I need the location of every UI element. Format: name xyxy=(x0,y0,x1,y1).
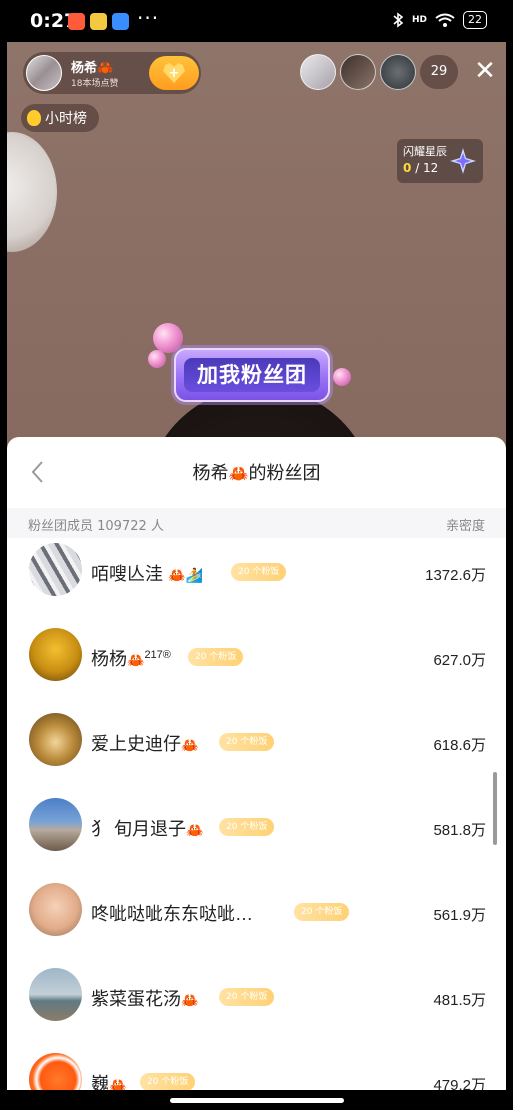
host-likes: 18本场点赞 xyxy=(71,79,119,89)
sheet-title: 杨希🦀的粉丝团 xyxy=(192,463,321,483)
crab-icon: 🦀 xyxy=(127,652,145,668)
star-task-widget[interactable]: 闪耀星辰 0 / 12 xyxy=(397,139,483,183)
avatar[interactable] xyxy=(29,883,82,936)
join-fan-club-text: 加我粉丝团 xyxy=(184,358,320,392)
host-name: 杨希🦀 xyxy=(71,61,114,76)
level-badge: 20 个粉饭 xyxy=(219,988,275,1006)
fan-name: 巍🦀 xyxy=(91,1070,126,1090)
fan-name: 爱上史迪仔🦀 xyxy=(91,734,199,754)
network-label: HD xyxy=(411,15,427,25)
list-item[interactable]: 犭 旬月退子🦀 20 个粉饭 581.8万 xyxy=(7,793,506,878)
list-item[interactable]: 杨杨🦀217® 20 个粉饭 627.0万 xyxy=(7,623,506,708)
intimacy-score: 479.2万 xyxy=(433,1077,486,1090)
level-badge: 20 个粉饭 xyxy=(188,648,244,666)
bluetooth-icon xyxy=(393,12,404,28)
fan-name: 犭 旬月退子🦀 xyxy=(91,819,204,839)
intimacy-score: 581.8万 xyxy=(433,822,486,839)
intimacy-score: 561.9万 xyxy=(433,907,486,924)
more-notifications-icon: ··· xyxy=(137,6,160,30)
level-badge: 20 个粉饭 xyxy=(294,903,350,921)
hourly-rank-button[interactable]: 小时榜 xyxy=(21,104,99,132)
sparkle-star-icon xyxy=(450,148,476,174)
viewer-count[interactable]: 29 xyxy=(420,55,458,89)
heart-plus-icon: + xyxy=(163,63,185,83)
host-avatar[interactable] xyxy=(26,55,62,91)
crab-icon: 🦀 xyxy=(228,466,249,483)
crab-icon: 🦀 xyxy=(181,737,199,753)
video-app-icon xyxy=(68,13,85,30)
intimacy-score: 618.6万 xyxy=(433,737,486,754)
list-item[interactable]: 爱上史迪仔🦀 20 个粉饭 618.6万 xyxy=(7,708,506,793)
battery-icon: 22 xyxy=(463,11,487,29)
list-item[interactable]: 紫菜蛋花汤🦀 20 个粉饭 481.5万 xyxy=(7,963,506,1048)
list-item[interactable]: 咟嗖亾洼 🦀🏄 20 个粉饭 1372.6万 xyxy=(7,538,506,623)
intimacy-score: 627.0万 xyxy=(433,652,486,669)
close-icon[interactable]: ✕ xyxy=(470,56,500,86)
avatar[interactable] xyxy=(29,543,82,596)
wifi-icon xyxy=(435,13,455,27)
level-badge: 20 个粉饭 xyxy=(231,563,287,581)
crab-icon: 🦀🏄 xyxy=(168,567,203,583)
avatar[interactable] xyxy=(29,798,82,851)
level-badge: 20 个粉饭 xyxy=(219,733,275,751)
bot-app-icon xyxy=(112,13,129,30)
level-badge: 20 个粉饭 xyxy=(219,818,275,836)
level-badge: 20 个粉饭 xyxy=(140,1073,196,1090)
rank-icon xyxy=(27,110,41,126)
avatar[interactable] xyxy=(29,628,82,681)
list-item[interactable]: 巍🦀 20 个粉饭 479.2万 xyxy=(7,1048,506,1090)
viewer-avatar[interactable] xyxy=(300,54,336,90)
crab-icon: 🦀 xyxy=(181,992,199,1008)
crab-icon: 🦀 xyxy=(109,1077,127,1090)
viewer-avatar[interactable] xyxy=(380,54,416,90)
status-bar: 0:27 ··· HD 22 xyxy=(0,0,513,42)
disco-ball-icon xyxy=(333,368,351,386)
disco-ball-icon xyxy=(153,323,183,353)
follow-button[interactable]: + xyxy=(149,56,199,90)
list-item[interactable]: 咚呲哒呲东东哒呲… 20 个粉饭 561.9万 xyxy=(7,878,506,963)
fan-name: 紫菜蛋花汤🦀 xyxy=(91,989,199,1009)
viewer-avatar[interactable] xyxy=(340,54,376,90)
join-fan-club-banner[interactable]: 加我粉丝团 xyxy=(174,348,330,402)
cat-app-icon xyxy=(90,13,107,30)
intimacy-label: 亲密度 xyxy=(445,519,485,534)
rank-label: 小时榜 xyxy=(45,111,87,127)
fan-club-sheet: 杨希🦀的粉丝团 粉丝团成员 109722 人 亲密度 咟嗖亾洼 🦀🏄 20 个粉… xyxy=(7,437,506,1090)
star-title: 闪耀星辰 xyxy=(403,145,447,158)
avatar[interactable] xyxy=(29,713,82,766)
avatar[interactable] xyxy=(29,968,82,1021)
fan-name: 咟嗖亾洼 🦀🏄 xyxy=(91,564,203,584)
disco-ball-icon xyxy=(148,350,166,368)
fan-name: 咚呲哒呲东东哒呲… xyxy=(91,904,253,924)
member-count: 粉丝团成员 109722 人 xyxy=(28,519,164,534)
fan-name: 杨杨🦀217® xyxy=(91,649,171,669)
intimacy-score: 481.5万 xyxy=(433,992,486,1009)
sheet-header: 杨希🦀的粉丝团 xyxy=(7,437,506,507)
member-info-bar: 粉丝团成员 109722 人 亲密度 xyxy=(7,508,506,538)
star-progress: 0 / 12 xyxy=(403,161,439,175)
status-right: HD 22 xyxy=(392,11,487,29)
avatar[interactable] xyxy=(29,1053,82,1090)
scrollbar[interactable] xyxy=(493,772,497,845)
intimacy-score: 1372.6万 xyxy=(425,567,486,584)
home-indicator[interactable] xyxy=(170,1098,344,1103)
crab-icon: 🦀 xyxy=(186,822,204,838)
